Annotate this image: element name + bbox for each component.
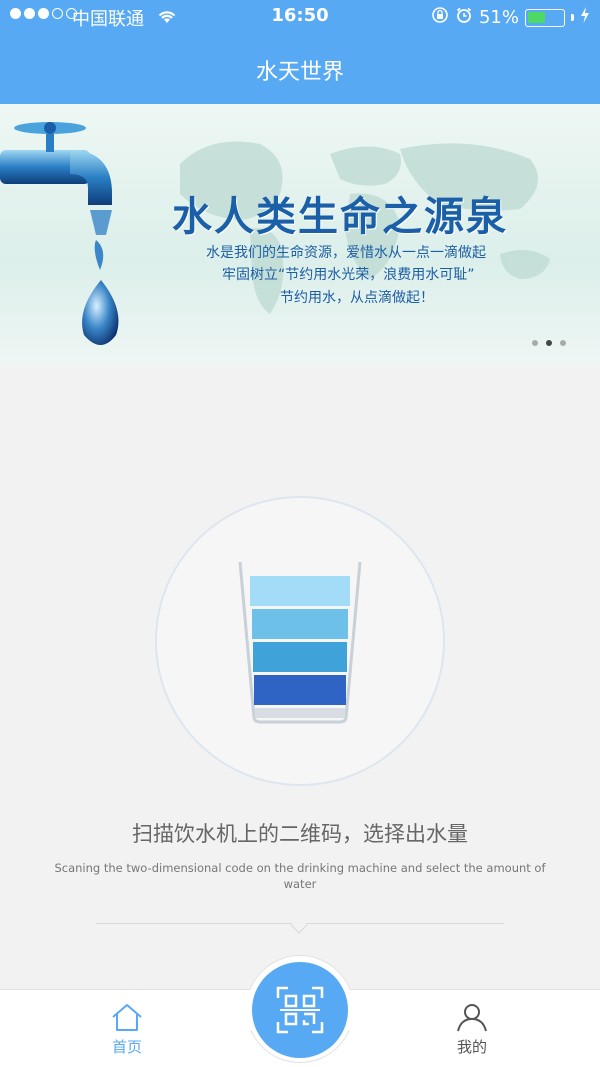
scan-instruction-cn: 扫描饮水机上的二维码，选择出水量 <box>132 822 468 846</box>
water-glass-icon <box>238 561 362 724</box>
scan-instruction-en: Scaning the two-dimensional code on the … <box>54 861 546 891</box>
water-faucet-image <box>0 122 119 345</box>
tab-home[interactable]: 首页 <box>87 1002 167 1057</box>
banner-slogan-line: 节约用水，从点滴做起！ <box>280 290 434 306</box>
page-title: 水天世界 <box>255 60 344 85</box>
orientation-lock-icon <box>431 6 449 29</box>
qr-scan-icon <box>276 986 324 1034</box>
divider-notch <box>290 916 308 934</box>
top-bar: 中国联通 16:50 51% 水天世界 <box>0 0 600 104</box>
person-icon <box>457 1004 487 1032</box>
banner-slogan-line: 牢固树立“节约用水光荣，浪费用水可耻” <box>222 267 475 283</box>
page-dot-active[interactable] <box>546 340 552 346</box>
banner-page-indicator[interactable] <box>532 340 566 346</box>
tab-home-label: 首页 <box>111 1038 142 1056</box>
scan-qr-button[interactable] <box>252 962 348 1058</box>
home-icon <box>112 1004 142 1031</box>
banner-headline: 水人类生命之源泉 <box>172 193 508 240</box>
page-dot[interactable] <box>532 340 538 346</box>
banner-carousel[interactable]: 水人类生命之源泉 水是我们的生命资源，爱惜水从一点一滴做起 牢固树立“节约用水光… <box>0 104 600 366</box>
charging-icon <box>580 7 590 28</box>
tab-mine[interactable]: 我的 <box>432 1002 512 1057</box>
battery-percent: 51% <box>478 7 519 28</box>
banner-slogan-line: 水是我们的生命资源，爱惜水从一点一滴做起 <box>206 245 486 261</box>
tab-mine-label: 我的 <box>456 1038 487 1056</box>
battery-icon <box>525 8 565 27</box>
status-bar: 中国联通 16:50 51% <box>0 0 600 34</box>
alarm-icon <box>455 6 473 29</box>
page-dot[interactable] <box>560 340 566 346</box>
